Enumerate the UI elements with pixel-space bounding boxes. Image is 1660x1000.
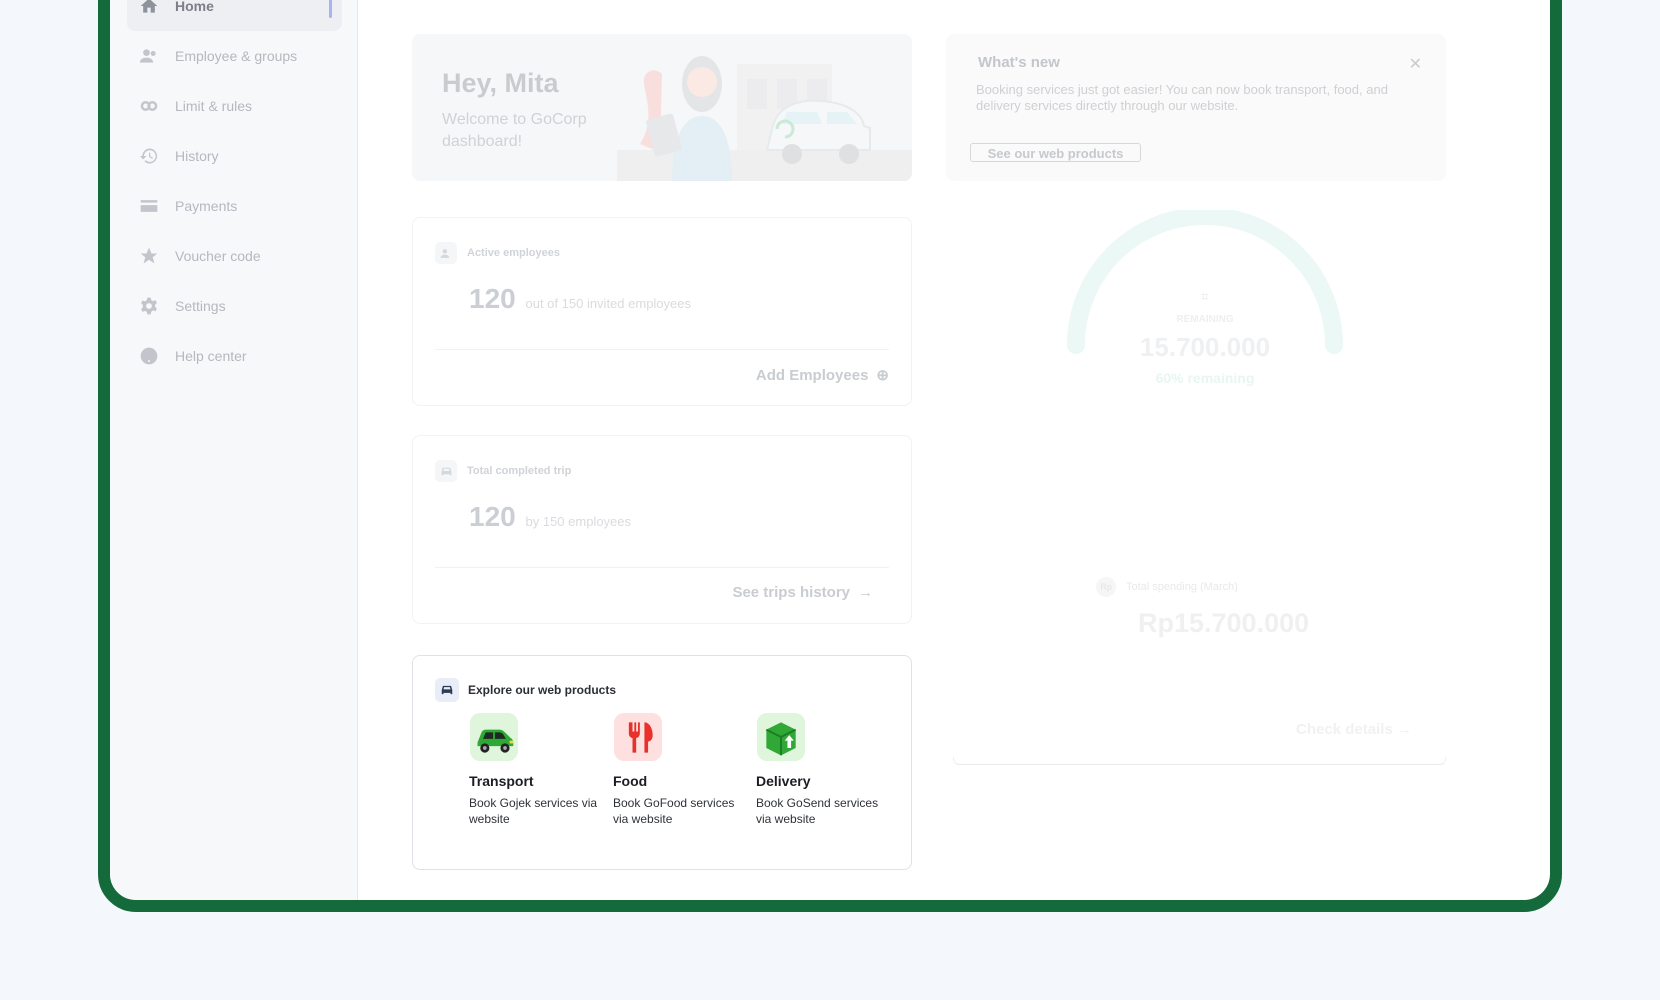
- history-icon: [137, 144, 161, 168]
- sidebar-item-history[interactable]: History: [127, 131, 342, 181]
- completed-trips-detail: by 150 employees: [525, 514, 632, 529]
- close-icon[interactable]: ✕: [1409, 54, 1422, 74]
- plus-circle-icon: ⊕: [876, 367, 889, 384]
- limit-icon: [137, 94, 161, 118]
- card-icon: [137, 194, 161, 218]
- check-details-label: Check details: [1296, 721, 1393, 738]
- product-delivery[interactable]: Delivery Book GoSend services via websit…: [756, 713, 896, 827]
- whats-new-title: What's new: [978, 54, 1060, 71]
- completed-trips-label: Total completed trip: [467, 465, 572, 477]
- package-icon: [757, 713, 805, 761]
- remaining-caption: REMAINING: [1176, 314, 1234, 325]
- product-name: Delivery: [756, 773, 811, 789]
- active-employees-detail: out of 150 invited employees: [525, 296, 692, 311]
- app-window: Home Employee & groups Limit & rules His…: [98, 0, 1562, 912]
- greeting-subtitle: Welcome to GoCorp dashboard!: [442, 111, 587, 150]
- chart-icon: ⌗: [1201, 288, 1209, 304]
- product-description: Book GoFood services via website: [613, 796, 735, 826]
- product-description: Book GoSend services via website: [756, 796, 879, 826]
- see-web-products-button[interactable]: See our web products: [970, 143, 1141, 162]
- greeting-illustration: [617, 56, 912, 181]
- greeting-title: Hey, Mita: [442, 68, 559, 98]
- spending-header: Rp Total spending (March): [1096, 577, 1238, 597]
- spending-card-edge: [953, 757, 1446, 765]
- car-icon: [435, 460, 457, 482]
- sidebar-item-label: Limit & rules: [175, 98, 253, 114]
- arrow-right-icon: →: [858, 584, 873, 601]
- remaining-amount: 15.700.000: [1139, 332, 1271, 362]
- star-icon: [137, 244, 161, 268]
- rupiah-badge: Rp: [1096, 577, 1116, 597]
- sidebar-item-voucher[interactable]: Voucher code: [127, 231, 342, 281]
- people-icon: [435, 242, 457, 264]
- budget-gauge: ⌗ REMAINING 15.700.000 60% remaining: [1066, 207, 1344, 406]
- divider: [435, 567, 889, 568]
- greeting-banner: Hey, Mita Welcome to GoCorp dashboard!: [412, 34, 912, 181]
- sidebar-item-label: Voucher code: [175, 248, 261, 264]
- sidebar-item-label: Settings: [175, 298, 226, 314]
- sidebar-item-label: History: [175, 148, 219, 164]
- product-transport[interactable]: Transport Book Gojek services via websit…: [469, 713, 609, 827]
- product-food[interactable]: Food Book GoFood services via website: [613, 713, 753, 827]
- sidebar-item-limit-rules[interactable]: Limit & rules: [127, 81, 342, 131]
- sidebar-item-label: Payments: [175, 198, 238, 214]
- see-trips-history-label: See trips history: [732, 584, 850, 601]
- sidebar-item-help[interactable]: Help center: [127, 331, 342, 381]
- spending-label: Total spending (March): [1126, 581, 1238, 593]
- explore-products-card: Explore our web products Transport Book …: [412, 655, 912, 870]
- car-icon: [435, 678, 459, 702]
- add-employees-label: Add Employees: [755, 366, 869, 384]
- active-employees-card: Active employees 120 out of 150 invited …: [412, 217, 912, 406]
- sidebar-item-settings[interactable]: Settings: [127, 281, 342, 331]
- product-name: Food: [613, 773, 648, 789]
- sidebar-item-label: Help center: [175, 348, 247, 364]
- divider: [435, 349, 889, 350]
- sidebar: Home Employee & groups Limit & rules His…: [110, 0, 358, 900]
- gear-icon: [137, 294, 161, 318]
- active-employees-label: Active employees: [467, 247, 560, 259]
- add-employees-button[interactable]: Add Employees ⊕: [755, 366, 889, 385]
- sidebar-item-label: Home: [175, 0, 214, 14]
- whats-new-description: Booking services just got easier! You ca…: [976, 82, 1388, 113]
- active-employees-count: 120: [469, 283, 516, 314]
- active-indicator: [329, 0, 332, 18]
- car-icon: [470, 713, 518, 761]
- sidebar-item-payments[interactable]: Payments: [127, 181, 342, 231]
- food-icon: [614, 713, 662, 761]
- people-icon: [137, 44, 161, 68]
- see-trips-history-button[interactable]: See trips history →: [732, 584, 873, 601]
- product-name: Transport: [469, 773, 534, 789]
- completed-trips-card: Total completed trip 120 by 150 employee…: [412, 435, 912, 624]
- sidebar-item-label: Employee & groups: [175, 48, 298, 64]
- sidebar-item-home[interactable]: Home: [127, 0, 342, 31]
- spending-amount: Rp15.700.000: [1138, 608, 1310, 638]
- sidebar-item-employee-groups[interactable]: Employee & groups: [127, 31, 342, 81]
- home-icon: [137, 0, 161, 18]
- arrow-right-icon: →: [1396, 721, 1412, 738]
- whats-new-card: What's new Booking services just got eas…: [946, 34, 1446, 181]
- explore-title: Explore our web products: [468, 683, 617, 697]
- product-description: Book Gojek services via website: [469, 796, 598, 826]
- check-details-button[interactable]: Check details →: [1296, 721, 1412, 738]
- help-icon: [137, 344, 161, 368]
- completed-trips-count: 120: [469, 501, 516, 532]
- remaining-percent: 60% remaining: [1155, 370, 1255, 386]
